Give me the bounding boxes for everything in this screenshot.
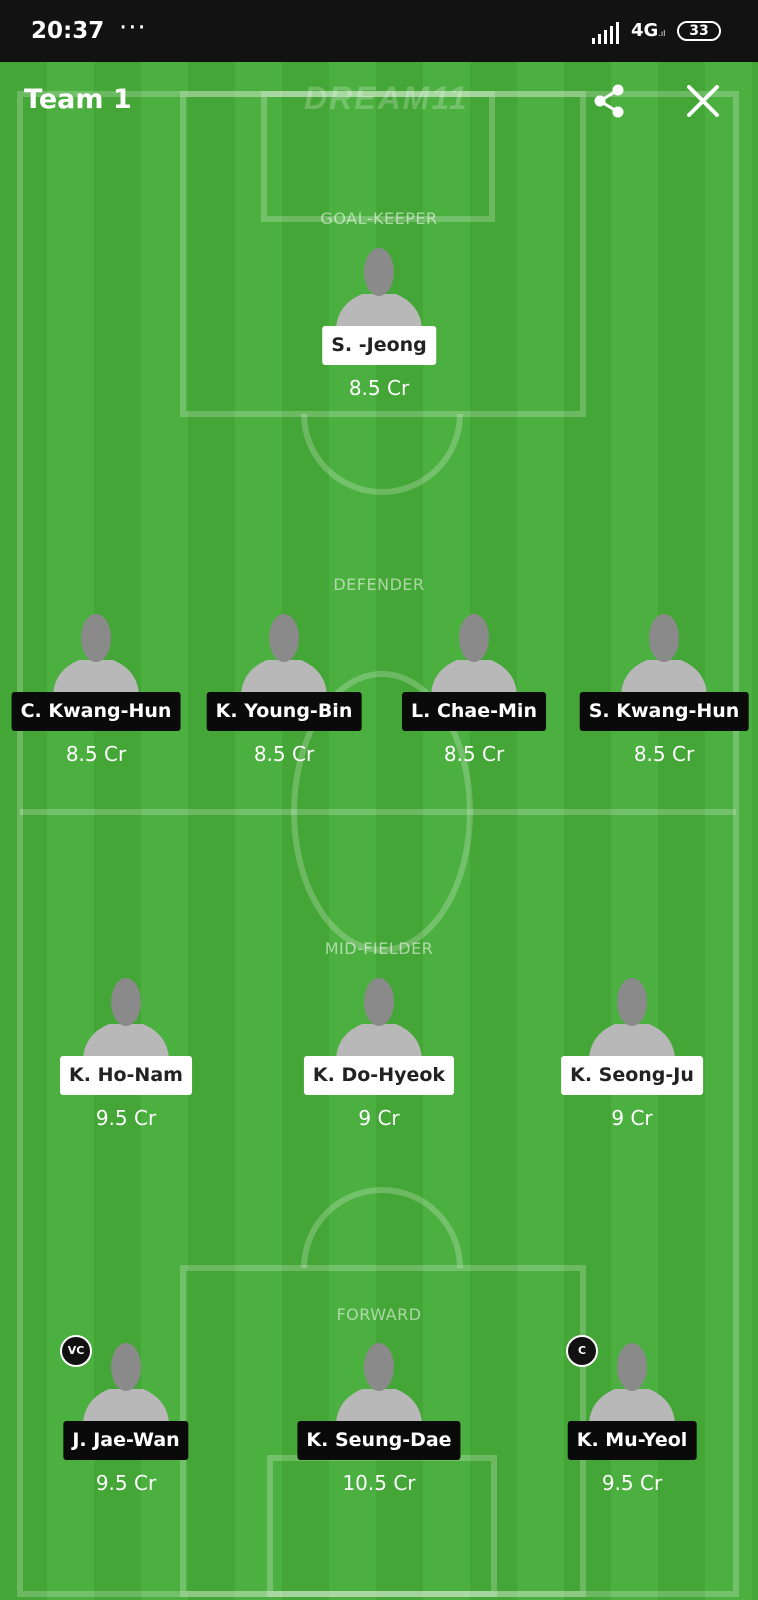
player-avatar-icon	[83, 1343, 169, 1423]
player-name: J. Jae-Wan	[63, 1421, 189, 1460]
player-card[interactable]: K. Young-Bin 8.5 Cr	[204, 614, 364, 784]
player-credits: 10.5 Cr	[342, 1471, 416, 1495]
close-button[interactable]	[686, 84, 720, 118]
player-name: L. Chae-Min	[402, 692, 546, 731]
player-card[interactable]: K. Seong-Ju 9 Cr	[552, 978, 712, 1148]
player-card[interactable]: K. Ho-Nam 9.5 Cr	[46, 978, 206, 1148]
player-name: K. Seung-Dae	[297, 1421, 461, 1460]
player-credits: 9 Cr	[358, 1106, 400, 1130]
section-label-forward: FORWARD	[336, 1305, 422, 1324]
battery-icon: 33	[677, 21, 721, 41]
team-title: Team 1	[24, 84, 132, 115]
player-card[interactable]: S. Kwang-Hun 8.5 Cr	[579, 614, 749, 784]
signal-strength-icon	[592, 22, 622, 44]
player-credits: 8.5 Cr	[633, 742, 695, 766]
vice-captain-badge: VC	[60, 1335, 92, 1367]
player-name: K. Do-Hyeok	[303, 1056, 455, 1095]
player-credits: 9.5 Cr	[95, 1471, 157, 1495]
network-type: 4G.ıl	[631, 20, 666, 41]
player-name: S. Kwang-Hun	[579, 692, 749, 731]
player-avatar-icon	[431, 614, 517, 694]
player-avatar-icon	[621, 614, 707, 694]
close-icon	[687, 85, 719, 117]
player-avatar-icon	[589, 978, 675, 1058]
player-card[interactable]: K. Seung-Dae 10.5 Cr	[297, 1343, 461, 1513]
player-credits: 8.5 Cr	[443, 742, 505, 766]
player-avatar-icon	[336, 248, 422, 328]
player-avatar-icon	[241, 614, 327, 694]
status-bar: 20:37 ··· 4G.ıl 33	[0, 0, 758, 62]
player-name: S. -Jeong	[322, 326, 436, 365]
player-credits: 9.5 Cr	[601, 1471, 663, 1495]
status-time: 20:37	[31, 18, 105, 44]
share-icon	[594, 84, 624, 118]
player-card[interactable]: L. Chae-Min 8.5 Cr	[394, 614, 554, 784]
player-card[interactable]: C K. Mu-Yeol 9.5 Cr	[552, 1335, 712, 1513]
player-name: C. Kwang-Hun	[11, 692, 181, 731]
player-credits: 8.5 Cr	[65, 742, 127, 766]
football-pitch: Team 1 DREAM11 GOAL-KEEPER S. -Jeong 8.5…	[0, 62, 758, 1600]
player-name: K. Seong-Ju	[561, 1056, 703, 1095]
player-credits: 9 Cr	[611, 1106, 653, 1130]
player-card[interactable]: VC J. Jae-Wan 9.5 Cr	[46, 1335, 206, 1513]
section-label-midfielder: MID-FIELDER	[324, 939, 434, 958]
player-name: K. Young-Bin	[206, 692, 362, 731]
dream11-logo: DREAM11	[304, 80, 469, 116]
player-name: K. Mu-Yeol	[567, 1421, 697, 1460]
player-credits: 8.5 Cr	[253, 742, 315, 766]
player-avatar-icon	[336, 978, 422, 1058]
player-card[interactable]: C. Kwang-Hun 8.5 Cr	[11, 614, 181, 784]
player-name: K. Ho-Nam	[60, 1056, 192, 1095]
section-label-defender: DEFENDER	[333, 575, 425, 594]
player-card[interactable]: K. Do-Hyeok 9 Cr	[299, 978, 459, 1148]
player-card[interactable]: S. -Jeong 8.5 Cr	[299, 248, 459, 418]
player-avatar-icon	[83, 978, 169, 1058]
player-avatar-icon	[53, 614, 139, 694]
section-label-goalkeeper: GOAL-KEEPER	[320, 209, 438, 228]
share-button[interactable]	[592, 84, 626, 118]
player-credits: 8.5 Cr	[348, 376, 410, 400]
player-avatar-icon	[589, 1343, 675, 1423]
notification-dots-icon: ···	[119, 13, 147, 43]
player-avatar-icon	[336, 1343, 422, 1423]
network-type-label: 4G	[631, 20, 659, 41]
player-credits: 9.5 Cr	[95, 1106, 157, 1130]
captain-badge: C	[566, 1335, 598, 1367]
